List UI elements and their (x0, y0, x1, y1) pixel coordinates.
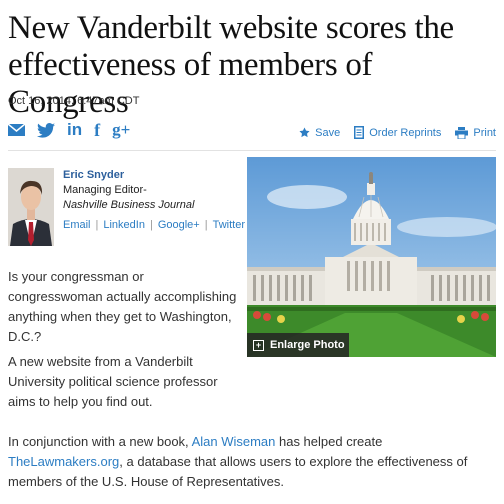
author-avatar (8, 168, 54, 246)
email-icon[interactable] (8, 124, 25, 136)
divider (8, 150, 496, 151)
author-name[interactable]: Eric Snyder (63, 168, 245, 183)
author-publication: Nashville Business Journal (63, 199, 195, 211)
body-paragraph: In conjunction with a new book, Alan Wis… (8, 432, 496, 492)
order-reprints-button[interactable]: Order Reprints (354, 126, 441, 139)
twitter-icon[interactable] (37, 122, 55, 138)
print-label: Print (473, 126, 496, 139)
linkedin-icon[interactable]: in (67, 120, 82, 140)
author-googleplus-link[interactable]: Google+ (158, 219, 200, 231)
plus-icon: + (253, 339, 264, 351)
author-links: Email | LinkedIn | Google+ | Twitter (63, 218, 245, 233)
order-reprints-label: Order Reprints (369, 126, 442, 139)
alan-wiseman-link[interactable]: Alan Wiseman (192, 434, 276, 449)
capitol-photo[interactable] (247, 157, 496, 357)
star-icon (299, 127, 310, 138)
thelawmakers-link[interactable]: TheLawmakers.org (8, 454, 119, 469)
author-email-link[interactable]: Email (63, 219, 91, 231)
author-linkedin-link[interactable]: LinkedIn (103, 219, 145, 231)
capitol-illustration (247, 157, 496, 357)
print-button[interactable]: Print (455, 126, 496, 139)
save-label: Save (315, 126, 341, 139)
link-separator: | (95, 219, 99, 231)
paragraph-text: In conjunction with a new book, (8, 434, 192, 449)
enlarge-photo-button[interactable]: + Enlarge Photo (247, 333, 349, 357)
author-title: Managing Editor- (63, 184, 147, 196)
enlarge-photo-label: Enlarge Photo (270, 339, 345, 351)
printer-icon (455, 126, 469, 139)
author-info: Eric Snyder Managing Editor- Nashville B… (63, 168, 245, 233)
author-block: Eric Snyder Managing Editor- Nashville B… (8, 168, 245, 248)
body-paragraph: Is your congressman or congresswoman act… (8, 269, 237, 344)
link-separator: | (204, 219, 208, 231)
save-button[interactable]: Save (299, 127, 340, 139)
article-tools: Save Order Reprints Print (299, 126, 496, 139)
paragraph-text: has helped create (275, 434, 383, 449)
author-twitter-link[interactable]: Twitter (213, 219, 245, 231)
facebook-icon[interactable]: f (94, 120, 100, 141)
document-icon (354, 126, 365, 139)
body-paragraph: A new website from a Vanderbilt Universi… (8, 354, 218, 409)
link-separator: | (149, 219, 153, 231)
googleplus-icon[interactable]: g+ (112, 120, 130, 140)
article-dateline: Oct 16, 2014, 6:47am CDT (8, 95, 140, 107)
share-bar: in f g+ (8, 118, 130, 142)
